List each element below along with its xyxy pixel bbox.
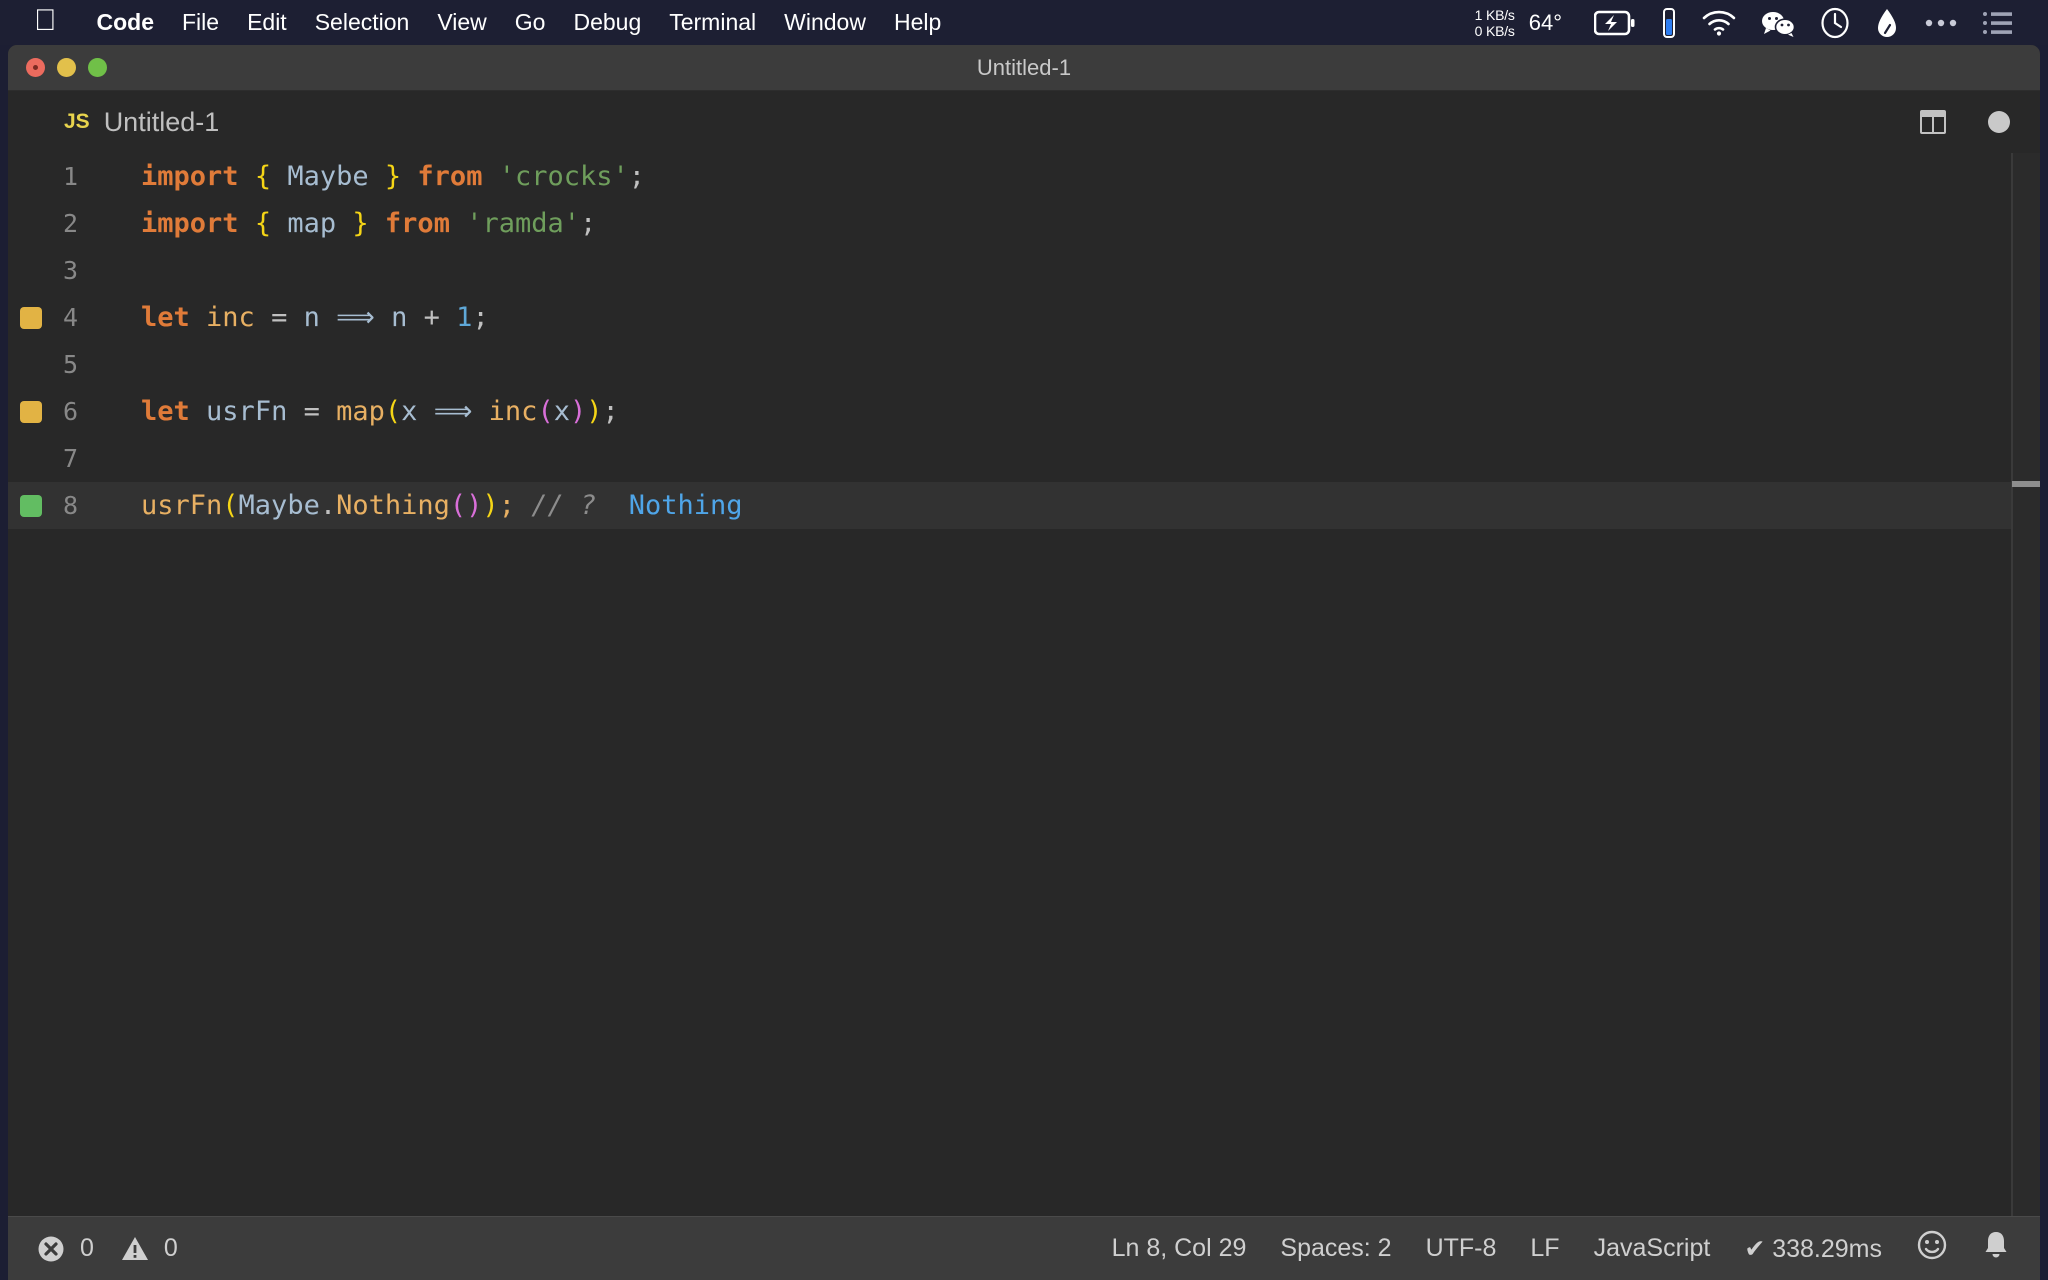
code-line-5[interactable]: 5	[8, 341, 2040, 388]
gutter-marker-pending	[20, 306, 42, 329]
list-menu-icon[interactable]	[1982, 10, 2014, 36]
editor-tab-untitled-1[interactable]: JS Untitled-1	[8, 91, 242, 153]
notifications-bell-icon[interactable]	[1982, 1229, 2010, 1268]
code-text: let inc = n ⟹ n + 1;	[141, 302, 489, 333]
minimize-button[interactable]	[57, 58, 76, 77]
gutter-marker-success	[20, 494, 42, 517]
smiley-feedback-icon[interactable]	[1916, 1229, 1948, 1268]
error-count[interactable]: 0	[80, 1234, 94, 1263]
close-button[interactable]	[26, 58, 45, 77]
javascript-file-icon: JS	[64, 110, 90, 133]
code-line-4[interactable]: 4 let inc = n ⟹ n + 1;	[8, 294, 2040, 341]
warning-count[interactable]: 0	[164, 1234, 178, 1263]
cursor-position[interactable]: Ln 8, Col 29	[1112, 1234, 1247, 1263]
menu-bar-tray: 1 KB/s 0 KB/s 64°	[1475, 7, 2048, 39]
line-number: 3	[62, 256, 78, 285]
maximize-button[interactable]	[88, 58, 107, 77]
code-line-7[interactable]: 7	[8, 435, 2040, 482]
menu-selection[interactable]: Selection	[301, 9, 424, 36]
code-line-6[interactable]: 6 let usrFn = map(x ⟹ inc(x));	[8, 388, 2040, 435]
temperature-indicator[interactable]: 64°	[1529, 10, 1562, 36]
network-download-rate: 0 KB/s	[1474, 22, 1515, 39]
traffic-light-controls	[26, 58, 107, 77]
menu-terminal[interactable]: Terminal	[655, 9, 770, 36]
vscode-window: Untitled-1 JS Untitled-1 1 import { Maybe…	[8, 45, 2040, 1280]
menu-debug[interactable]: Debug	[559, 9, 655, 36]
code-line-3[interactable]: 3	[8, 247, 2040, 294]
window-title: Untitled-1	[976, 54, 1072, 80]
wechat-icon[interactable]	[1760, 9, 1796, 37]
clock-icon[interactable]	[1820, 7, 1850, 39]
menu-go[interactable]: Go	[501, 9, 560, 36]
battery-vertical-icon[interactable]	[1660, 7, 1678, 39]
split-editor-icon[interactable]	[1920, 110, 1946, 134]
eol-setting[interactable]: LF	[1530, 1234, 1559, 1263]
code-editor[interactable]: 1 import { Maybe } from 'crocks'; 2 import …	[8, 153, 2040, 1216]
line-number: 1	[62, 162, 78, 191]
gutter-marker-pending	[20, 400, 42, 423]
line-number: 7	[62, 444, 78, 473]
language-mode[interactable]: JavaScript	[1594, 1234, 1711, 1263]
menu-help[interactable]: Help	[880, 9, 955, 36]
network-speed-indicator[interactable]: 1 KB/s 0 KB/s	[1475, 7, 1515, 39]
unsaved-dot-icon[interactable]	[1988, 111, 2010, 133]
line-number: 2	[62, 209, 78, 238]
apple-logo-icon[interactable]: 	[34, 5, 57, 36]
wifi-icon[interactable]	[1702, 10, 1736, 36]
status-bar: 0 0 Ln 8, Col 29 Spaces: 2 UTF-8 LF Java…	[8, 1216, 2040, 1280]
ellipsis-icon[interactable]	[1924, 17, 1958, 29]
menu-window[interactable]: Window	[770, 9, 880, 36]
error-icon[interactable]	[36, 1234, 66, 1264]
menu-view[interactable]: View	[423, 9, 500, 36]
quokka-timing[interactable]: ✔ 338.29ms	[1744, 1234, 1882, 1264]
bartender-icon[interactable]	[1874, 7, 1900, 39]
status-bar-right: Ln 8, Col 29 Spaces: 2 UTF-8 LF JavaScri…	[1112, 1229, 2040, 1268]
network-upload-rate: 1 KB/s	[1474, 6, 1515, 23]
menu-items-group: Code File Edit Selection View Go Debug Terminal…	[83, 9, 956, 36]
overview-ruler-scrollbar[interactable]	[2012, 153, 2040, 1216]
menu-file[interactable]: File	[168, 9, 233, 36]
code-lines-container: 1 import { Maybe } from 'crocks'; 2 import …	[8, 153, 2040, 529]
window-title-bar: Untitled-1	[8, 45, 2040, 91]
encoding-setting[interactable]: UTF-8	[1426, 1234, 1497, 1263]
status-bar-left: 0 0	[8, 1234, 178, 1264]
menu-edit[interactable]: Edit	[233, 9, 301, 36]
editor-tab-bar: JS Untitled-1	[8, 91, 2040, 153]
battery-charging-icon[interactable]	[1594, 10, 1636, 36]
macos-menu-bar:  CodeFileEditSelectionViewGoDebugTermin…	[0, 0, 2048, 45]
code-line-2[interactable]: 2 import { map } from 'ramda';	[8, 200, 2040, 247]
tab-bar-actions	[1920, 110, 2040, 134]
code-text: let usrFn = map(x ⟹ inc(x));	[141, 396, 619, 427]
code-text: usrFn(Maybe.Nothing()); // ? Nothing	[141, 490, 743, 521]
line-number: 5	[62, 350, 78, 379]
tab-label: Untitled-1	[103, 106, 220, 137]
code-line-1[interactable]: 1 import { Maybe } from 'crocks';	[8, 153, 2040, 200]
code-text: import { Maybe } from 'crocks';	[141, 161, 646, 192]
code-text: import { map } from 'ramda';	[141, 208, 597, 239]
indentation-setting[interactable]: Spaces: 2	[1280, 1234, 1391, 1263]
menu-code[interactable]: Code	[83, 9, 169, 36]
warning-icon[interactable]	[120, 1234, 150, 1264]
code-line-8[interactable]: 8 usrFn(Maybe.Nothing()); // ? Nothing	[8, 482, 2040, 529]
overview-ruler-marker	[2012, 481, 2040, 487]
